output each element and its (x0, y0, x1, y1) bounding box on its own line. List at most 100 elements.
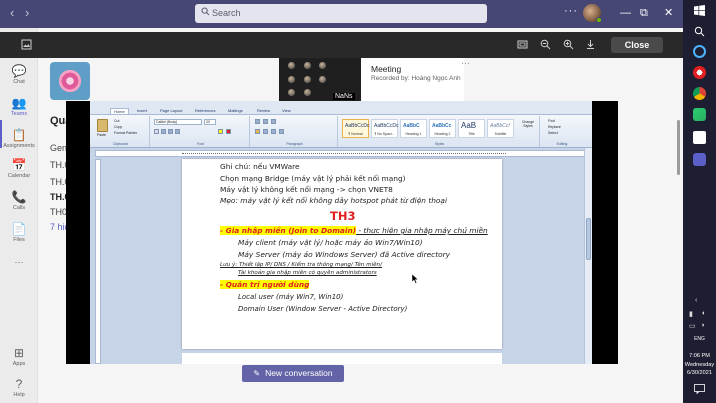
cut-button[interactable]: Cut (114, 119, 119, 123)
multilevel-button[interactable] (271, 119, 276, 124)
copy-button[interactable]: Copy (114, 125, 122, 129)
font-size-select[interactable]: 20 (204, 119, 216, 125)
italic-button[interactable] (161, 129, 166, 134)
rail-assignments[interactable]: 📋 Assignments (0, 128, 38, 149)
font-name-select[interactable]: Calibri (Body) (154, 119, 202, 125)
close-button[interactable]: Close (611, 37, 663, 53)
zoom-in-icon[interactable] (563, 39, 574, 50)
document-page[interactable]: Ghi chú: nếu VMWare Chọn mạng Bridge (má… (182, 159, 502, 349)
clipboard-group: Paste Cut Copy Format Painter Clipboard (92, 116, 150, 147)
chevron-up-icon[interactable]: ‹ (695, 297, 697, 304)
font-group: Calibri (Body) 20 Font (152, 116, 250, 147)
find-button[interactable]: Find (548, 119, 555, 123)
styles-group: AaBbCcDc ¶ Normal AaBbCcDc ¶ No Spaci...… (340, 116, 540, 147)
styles-label: Styles (434, 142, 445, 146)
align-left-button[interactable] (255, 129, 260, 134)
minimize-icon[interactable]: — (620, 6, 631, 20)
rail-help[interactable]: ? Help (0, 377, 38, 398)
cortana-icon[interactable] (693, 45, 706, 58)
help-icon: ? (15, 377, 23, 391)
style-no-spacing[interactable]: AaBbCcDc ¶ No Spaci... (371, 119, 398, 138)
underline-button[interactable] (168, 129, 173, 134)
volume-icon: ◖ (701, 310, 706, 317)
document-next-page (182, 353, 502, 364)
apps-icon: ⊞ (13, 346, 25, 360)
search-icon[interactable] (694, 26, 705, 37)
rail-chat[interactable]: 💬 Chat (0, 64, 38, 85)
window-close-icon[interactable]: ✕ (664, 6, 673, 20)
tab-view[interactable]: View (282, 108, 291, 113)
tab-review[interactable]: Review (257, 108, 270, 113)
recording-video[interactable]: Home Insert Page Layout References Maili… (66, 101, 618, 364)
highlight-button[interactable] (218, 129, 223, 134)
rail-calendar[interactable]: 📅 Calendar (0, 158, 38, 179)
change-styles-button[interactable]: Change Styles (517, 120, 539, 128)
rail-teams[interactable]: 👥 Teams (0, 96, 38, 117)
files-icon: 📄 (11, 222, 27, 236)
fit-screen-icon[interactable] (517, 39, 528, 50)
meeting-more-icon[interactable]: ··· (461, 58, 470, 68)
paste-icon[interactable] (97, 119, 108, 132)
style-heading-2[interactable]: AaBbCc Heading 2 (429, 119, 456, 138)
style-normal[interactable]: AaBbCcDc ¶ Normal (342, 119, 369, 138)
clock-date[interactable]: 6/30/2021 (683, 370, 716, 376)
tab-page-layout[interactable]: Page Layout (160, 108, 182, 113)
style-title[interactable]: AaB Title (458, 119, 485, 138)
zoom-out-icon[interactable] (540, 39, 551, 50)
tab-insert[interactable]: Insert (137, 108, 147, 113)
teams-taskbar-icon[interactable] (693, 153, 706, 166)
rail-more-apps[interactable]: ··· (0, 256, 38, 267)
tab-mailings[interactable]: Mailings (228, 108, 243, 113)
tab-references[interactable]: References (195, 108, 215, 113)
vertical-scrollbar[interactable] (584, 148, 592, 364)
strikethrough-button[interactable] (175, 129, 180, 134)
justify-button[interactable] (279, 129, 284, 134)
scrollbar-thumb[interactable] (586, 218, 591, 260)
rail-apps[interactable]: ⊞ Apps (0, 346, 38, 367)
forward-arrow-icon[interactable]: › (25, 6, 29, 20)
windows-start-icon[interactable] (694, 5, 705, 16)
rail-files[interactable]: 📄 Files (0, 222, 38, 243)
editing-label: Editing (556, 142, 568, 146)
windows-taskbar: ‹ ▮ ◖ ▭ ◗ ENG 7:06 PM Wednesday 6/30/202… (683, 0, 716, 403)
image-icon[interactable] (21, 39, 32, 50)
download-icon[interactable] (585, 39, 596, 50)
input-language[interactable]: ENG (683, 336, 716, 342)
flower-image (57, 68, 83, 94)
align-center-button[interactable] (263, 129, 268, 134)
style-heading-1[interactable]: AaBbC Heading 1 (400, 119, 427, 138)
format-painter-button[interactable]: Format Painter (114, 131, 137, 135)
back-arrow-icon[interactable]: ‹ (10, 6, 14, 20)
rail-calls[interactable]: 📞 Calls (0, 190, 38, 211)
style-subtitle[interactable]: AaBbCcI Subtitle (487, 119, 514, 138)
window-icon[interactable] (693, 131, 706, 144)
opera-icon[interactable] (693, 66, 706, 79)
bold-button[interactable] (154, 129, 159, 134)
clock-time[interactable]: 7:06 PM (683, 353, 716, 359)
word-window: Home Insert Page Layout References Maili… (90, 101, 592, 364)
bullets-button[interactable] (255, 119, 260, 124)
search-input[interactable]: Search (195, 4, 487, 23)
calls-icon: 📞 (11, 190, 27, 204)
search-icon (201, 7, 210, 16)
select-button[interactable]: Select (548, 131, 558, 135)
doc-line: Local user (máy Win7, Win10) (238, 293, 344, 301)
align-right-button[interactable] (271, 129, 276, 134)
font-color-button[interactable] (226, 129, 231, 134)
user-avatar[interactable] (583, 4, 602, 23)
numbering-button[interactable] (263, 119, 268, 124)
search-placeholder: Search (212, 8, 241, 18)
vertical-ruler (95, 159, 101, 364)
app-icon[interactable] (693, 108, 706, 121)
participant-name-badge: NaNs (333, 93, 355, 100)
new-conversation-button[interactable]: ✎ New conversation (242, 365, 344, 382)
maximize-icon[interactable]: ⧉ (640, 6, 648, 20)
notifications-icon[interactable] (694, 384, 705, 394)
clock-day[interactable]: Wednesday (683, 362, 716, 368)
more-options-icon[interactable]: ··· (564, 5, 578, 17)
compose-icon: ✎ (253, 369, 261, 378)
replace-button[interactable]: Replace (548, 125, 561, 129)
page-scrollbar[interactable] (677, 120, 680, 175)
tab-home[interactable]: Home (110, 108, 129, 114)
chrome-icon[interactable] (693, 87, 706, 100)
